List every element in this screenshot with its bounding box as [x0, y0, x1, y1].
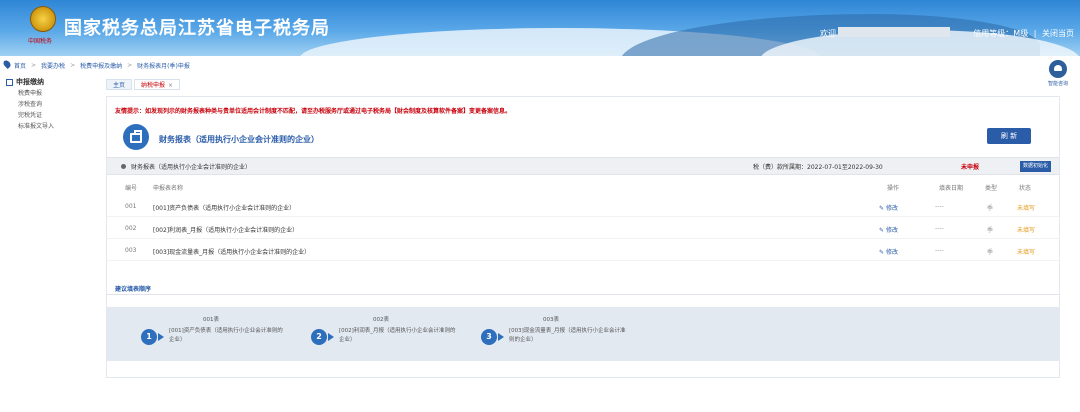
refresh-button[interactable]: 刷 新	[987, 128, 1031, 144]
tab-label: 主页	[113, 82, 126, 89]
col-header-type: 类型	[985, 185, 998, 192]
order-step[interactable]: 3 003表 [003]现金流量表_月报（适用执行小企业会计准则的企业）	[457, 313, 627, 355]
filing-status-badge: 未申报	[961, 164, 980, 171]
row-type: 季	[987, 249, 994, 256]
table-header: 编号 申报表名称 操作 填表日期 类型 状态	[107, 181, 1059, 193]
suggested-order-title: 建议填表顺序	[115, 286, 152, 293]
step-number: 1	[141, 329, 157, 345]
arrow-right-icon	[158, 333, 164, 341]
row-number: 003	[125, 247, 137, 254]
row-status: 未填写	[1017, 227, 1036, 234]
help-label: 智能咨询	[1047, 81, 1068, 87]
close-page-link[interactable]: 关闭当页	[1042, 29, 1074, 38]
row-report-name: [003]现金流量表_月报（适用执行小企业会计准则的企业）	[153, 249, 311, 256]
row-report-name: [001]资产负债表（适用执行小企业会计准则的企业）	[153, 205, 296, 212]
col-header-name: 申报表名称	[153, 185, 184, 192]
sidebar-item-tax-receipt[interactable]: 完税凭证	[0, 110, 96, 121]
col-header-date: 填表日期	[939, 185, 964, 192]
headset-icon	[1049, 60, 1067, 78]
breadcrumb-separator: >	[127, 61, 133, 69]
table-row: 001 [001]资产负债表（适用执行小企业会计准则的企业） ✎ 修改 ----…	[107, 197, 1059, 217]
row-fill-date: ----	[935, 225, 944, 232]
breadcrumb-item-home[interactable]: 首页	[14, 61, 26, 70]
order-step[interactable]: 1 001表 [001]资产负债表（适用执行小企业会计准则的企业）	[117, 313, 287, 355]
sidebar-item-tax-query[interactable]: 涉税查询	[0, 99, 96, 110]
table-row: 003 [003]现金流量表_月报（适用执行小企业会计准则的企业） ✎ 修改 -…	[107, 241, 1059, 261]
sidebar-section-header[interactable]: 申报缴纳	[0, 76, 96, 88]
step-code: 002表	[373, 317, 389, 323]
form-title-row: 财务报表（适用执行小企业会计准则的企业） 刷 新	[115, 118, 1051, 152]
row-report-name: [002]利润表_月报（适用执行小企业会计准则的企业）	[153, 227, 299, 234]
tab-tax-filing[interactable]: 纳税申报 ×	[134, 79, 181, 90]
row-status: 未填写	[1017, 249, 1036, 256]
section-title: 财务报表（适用执行小企业会计准则的企业）	[131, 164, 252, 171]
notice-text: 友情提示：如发现列示的财务报表种类与贵单位适用会计制度不匹配，请至办税服务厅或通…	[115, 108, 512, 115]
step-report-name: [001]资产负债表（适用执行小企业会计准则的企业）	[169, 328, 283, 343]
main-panel: 友情提示：如发现列示的财务报表种类与贵单位适用会计制度不匹配，请至办税服务厅或通…	[106, 96, 1060, 378]
smart-help-button[interactable]: 智能咨询	[1038, 60, 1078, 87]
sidebar-section-label: 申报缴纳	[16, 78, 44, 86]
edit-link[interactable]: ✎ 修改	[879, 247, 898, 256]
col-header-op: 操作	[887, 185, 900, 192]
step-number: 3	[481, 329, 497, 345]
arrow-right-icon	[498, 333, 504, 341]
breadcrumb-item-tasks[interactable]: 我要办税	[41, 61, 65, 70]
credit-level: 信用等级：M级	[973, 29, 1029, 38]
form-title: 财务报表（适用执行小企业会计准则的企业）	[159, 135, 319, 144]
edit-label: 修改	[885, 227, 898, 234]
collapse-icon	[6, 78, 13, 86]
tax-period: 税（费）款所属期：2022-07-01至2022-09-30	[753, 164, 883, 171]
close-icon[interactable]: ×	[168, 82, 173, 89]
row-status: 未填写	[1017, 205, 1036, 212]
row-type: 季	[987, 205, 994, 212]
step-report-name: [003]现金流量表_月报（适用执行小企业会计准则的企业）	[509, 328, 626, 343]
step-report-name: [002]利润表_月报（适用执行小企业会计准则的企业）	[339, 328, 456, 343]
step-number: 2	[311, 329, 327, 345]
briefcase-icon	[123, 124, 149, 150]
edit-link[interactable]: ✎ 修改	[879, 225, 898, 234]
edit-label: 修改	[885, 205, 898, 212]
table-row: 002 [002]利润表_月报（适用执行小企业会计准则的企业） ✎ 修改 ---…	[107, 219, 1059, 239]
row-number: 002	[125, 225, 137, 232]
breadcrumb-separator: >	[31, 61, 37, 69]
site-title: 国家税务总局江苏省电子税务局	[64, 18, 330, 39]
step-code: 003表	[543, 317, 559, 323]
breadcrumb-item-current: 财务报表月(季)申报	[137, 62, 190, 70]
site-header: 中国税务 国家税务总局江苏省电子税务局 欢迎 信用等级：M级 | 关闭当页	[0, 0, 1080, 56]
tax-emblem-icon	[30, 6, 56, 32]
header-user-links: 信用等级：M级 | 关闭当页	[970, 28, 1074, 39]
row-number: 001	[125, 203, 137, 210]
col-header-no: 编号	[125, 185, 138, 192]
breadcrumb-item-filing[interactable]: 税费申报及缴纳	[80, 61, 122, 70]
page-tabs: 主页 纳税申报 ×	[106, 79, 182, 90]
arrow-right-icon	[328, 333, 334, 341]
breadcrumb-separator: >	[70, 61, 76, 69]
step-code: 001表	[203, 317, 219, 323]
emblem-caption: 中国税务	[28, 38, 53, 45]
tab-home[interactable]: 主页	[106, 79, 133, 90]
sidebar-item-tax-filing[interactable]: 税费申报	[0, 88, 96, 99]
header-divider: |	[1033, 29, 1037, 38]
row-type: 季	[987, 227, 994, 234]
tab-label: 纳税申报	[141, 82, 166, 89]
row-fill-date: ----	[935, 247, 944, 254]
row-fill-date: ----	[935, 203, 944, 210]
redacted-user-name	[838, 27, 950, 37]
suggested-order-steps: 1 001表 [001]资产负债表（适用执行小企业会计准则的企业） 2 002表…	[107, 307, 1059, 361]
edit-label: 修改	[885, 249, 898, 256]
sidebar-item-standard-import[interactable]: 标准报文导入	[0, 121, 96, 132]
data-init-button[interactable]: 数据初始化	[1019, 161, 1051, 172]
edit-link[interactable]: ✎ 修改	[879, 203, 898, 212]
order-step[interactable]: 2 002表 [002]利润表_月报（适用执行小企业会计准则的企业）	[287, 313, 457, 355]
col-header-status: 状态	[1019, 185, 1032, 192]
divider	[107, 294, 1059, 295]
report-section-bar: 财务报表（适用执行小企业会计准则的企业） 税（费）款所属期：2022-07-01…	[107, 157, 1059, 175]
sidebar: 申报缴纳 税费申报 涉税查询 完税凭证 标准报文导入	[0, 76, 96, 412]
breadcrumb: 首页 > 我要办税 > 税费申报及缴纳 > 财务报表月(季)申报	[0, 58, 1080, 72]
welcome-text: 欢迎	[820, 29, 836, 38]
radio-selected-icon[interactable]	[121, 164, 126, 169]
